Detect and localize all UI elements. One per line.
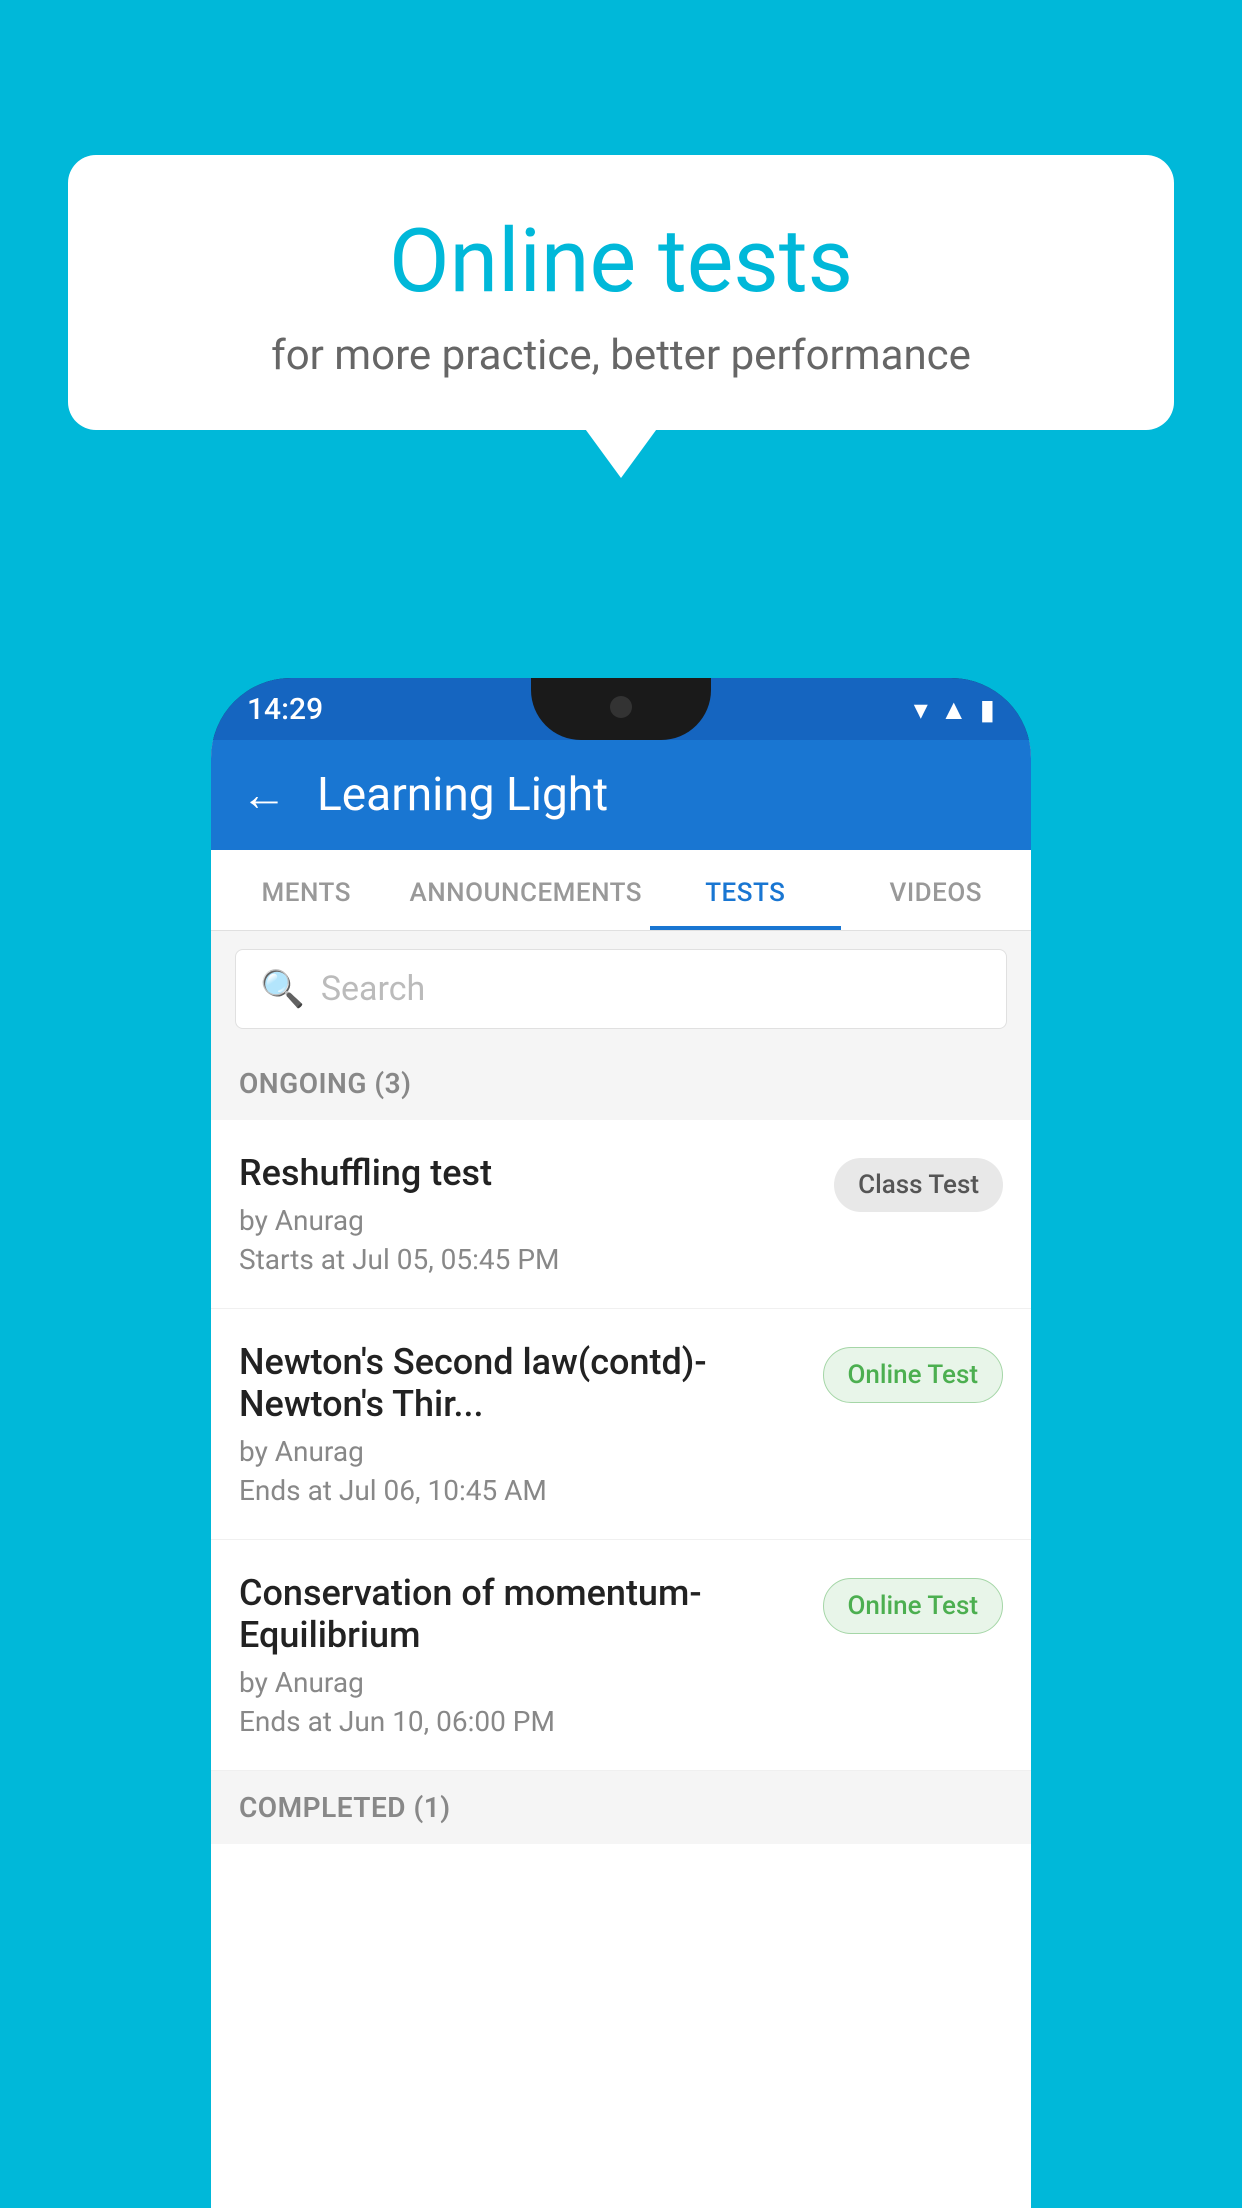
list-item[interactable]: Reshuffling test by Anurag Starts at Jul… bbox=[211, 1120, 1031, 1309]
phone-notch bbox=[531, 678, 711, 740]
ongoing-title: ONGOING (3) bbox=[239, 1067, 411, 1100]
search-input[interactable]: Search bbox=[321, 969, 425, 1009]
status-icons: ▾ ▲ ▮ bbox=[914, 693, 995, 726]
search-container: 🔍 Search bbox=[211, 931, 1031, 1047]
test-badge-3: Online Test bbox=[823, 1578, 1004, 1634]
test-author-3: by Anurag bbox=[239, 1666, 803, 1699]
ongoing-section-header: ONGOING (3) bbox=[211, 1047, 1031, 1120]
status-time: 14:29 bbox=[247, 692, 323, 727]
completed-title: COMPLETED (1) bbox=[239, 1791, 451, 1824]
test-author-2: by Anurag bbox=[239, 1435, 803, 1468]
camera bbox=[610, 696, 632, 718]
search-icon: 🔍 bbox=[260, 968, 305, 1010]
test-badge-1: Class Test bbox=[834, 1158, 1003, 1212]
test-date-3: Ends at Jun 10, 06:00 PM bbox=[239, 1705, 803, 1738]
back-button[interactable]: ← bbox=[241, 772, 287, 818]
speech-bubble-subtitle: for more practice, better performance bbox=[128, 331, 1114, 380]
tab-tests[interactable]: TESTS bbox=[650, 850, 840, 930]
test-list: Reshuffling test by Anurag Starts at Jul… bbox=[211, 1120, 1031, 1771]
speech-bubble: Online tests for more practice, better p… bbox=[68, 155, 1174, 430]
test-info-1: Reshuffling test by Anurag Starts at Jul… bbox=[239, 1152, 834, 1276]
tab-announcements[interactable]: ANNOUNCEMENTS bbox=[401, 850, 650, 930]
test-info-2: Newton's Second law(contd)-Newton's Thir… bbox=[239, 1341, 823, 1507]
tabs-bar: MENTS ANNOUNCEMENTS TESTS VIDEOS bbox=[211, 850, 1031, 931]
phone-frame: 14:29 ▾ ▲ ▮ ← Learning Light MENTS ANNOU… bbox=[211, 678, 1031, 2208]
test-name-2: Newton's Second law(contd)-Newton's Thir… bbox=[239, 1341, 803, 1425]
test-date-1: Starts at Jul 05, 05:45 PM bbox=[239, 1243, 814, 1276]
app-bar-title: Learning Light bbox=[317, 768, 608, 822]
test-name-3: Conservation of momentum-Equilibrium bbox=[239, 1572, 803, 1656]
tab-videos[interactable]: VIDEOS bbox=[841, 850, 1031, 930]
completed-section-header: COMPLETED (1) bbox=[211, 1771, 1031, 1844]
test-author-1: by Anurag bbox=[239, 1204, 814, 1237]
phone-screen: ← Learning Light MENTS ANNOUNCEMENTS TES… bbox=[211, 740, 1031, 2208]
test-date-2: Ends at Jul 06, 10:45 AM bbox=[239, 1474, 803, 1507]
wifi-icon: ▾ bbox=[914, 693, 928, 726]
battery-icon: ▮ bbox=[980, 693, 995, 726]
test-name-1: Reshuffling test bbox=[239, 1152, 814, 1194]
app-bar: ← Learning Light bbox=[211, 740, 1031, 850]
test-badge-2: Online Test bbox=[823, 1347, 1004, 1403]
list-item[interactable]: Newton's Second law(contd)-Newton's Thir… bbox=[211, 1309, 1031, 1540]
signal-icon: ▲ bbox=[940, 693, 968, 726]
test-info-3: Conservation of momentum-Equilibrium by … bbox=[239, 1572, 823, 1738]
list-item[interactable]: Conservation of momentum-Equilibrium by … bbox=[211, 1540, 1031, 1771]
search-bar[interactable]: 🔍 Search bbox=[235, 949, 1007, 1029]
tab-ments[interactable]: MENTS bbox=[211, 850, 401, 930]
speech-bubble-title: Online tests bbox=[128, 210, 1114, 313]
status-bar: 14:29 ▾ ▲ ▮ bbox=[211, 678, 1031, 740]
